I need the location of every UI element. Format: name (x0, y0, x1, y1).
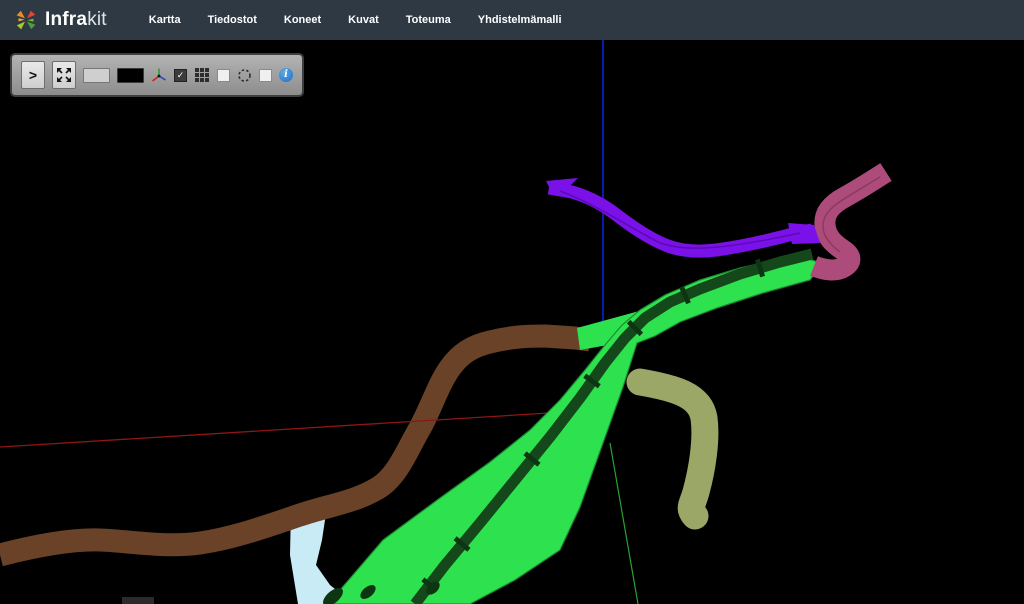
rotate-visibility-checkbox[interactable] (259, 69, 272, 82)
menu-item-kuvat[interactable]: Kuvat (348, 14, 379, 26)
expand-panel-button[interactable]: > (21, 61, 45, 89)
background-color-light-swatch[interactable] (83, 68, 110, 83)
viewer-toolbar: > (10, 53, 304, 97)
fullscreen-button[interactable] (52, 61, 76, 89)
menu-item-toteuma[interactable]: Toteuma (406, 14, 451, 26)
main-menu: Kartta Tiedostot Koneet Kuvat Toteuma Yh… (149, 14, 562, 26)
background-color-black-swatch[interactable] (117, 68, 144, 83)
axis-line-green (610, 443, 638, 604)
checkmark-icon: ✓ (177, 71, 185, 80)
model-canvas[interactable] (0, 40, 1024, 604)
road-pink[interactable] (814, 172, 886, 270)
axes-visibility-checkbox[interactable]: ✓ (174, 69, 187, 82)
brand-name-light: kit (87, 9, 107, 30)
menu-item-kartta[interactable]: Kartta (149, 14, 181, 26)
brand-logo[interactable]: Infrakit (14, 8, 107, 32)
chevron-right-icon: > (29, 67, 37, 83)
fullscreen-arrows-icon (56, 67, 72, 83)
menu-item-tiedostot[interactable]: Tiedostot (208, 14, 257, 26)
top-navbar: Infrakit Kartta Tiedostot Koneet Kuvat T… (0, 0, 1024, 40)
road-olive[interactable] (640, 382, 705, 516)
brand-name-bold: Infra (45, 9, 87, 30)
menu-item-koneet[interactable]: Koneet (284, 14, 321, 26)
grid-visibility-checkbox[interactable] (217, 69, 230, 82)
infrakit-logo-icon (14, 8, 38, 32)
axes-icon (151, 67, 167, 84)
info-icon[interactable]: i (279, 68, 293, 82)
axis-line-red (0, 412, 565, 447)
road-pink-group[interactable] (814, 172, 886, 270)
menu-item-yhdistelmamalli[interactable]: Yhdistelmämalli (478, 14, 562, 26)
road-main-green-group[interactable] (320, 254, 820, 604)
road-main-green[interactable] (328, 256, 820, 604)
road-purple-group[interactable] (546, 178, 820, 251)
road-purple[interactable] (549, 188, 812, 251)
rotate-circle-icon (237, 68, 252, 83)
grid-icon (194, 67, 210, 83)
brand-name: Infrakit (45, 9, 107, 31)
bottom-gray-bar (122, 597, 154, 604)
infrakit-app: Infrakit Kartta Tiedostot Koneet Kuvat T… (0, 0, 1024, 604)
viewport-3d[interactable]: > (0, 40, 1024, 604)
